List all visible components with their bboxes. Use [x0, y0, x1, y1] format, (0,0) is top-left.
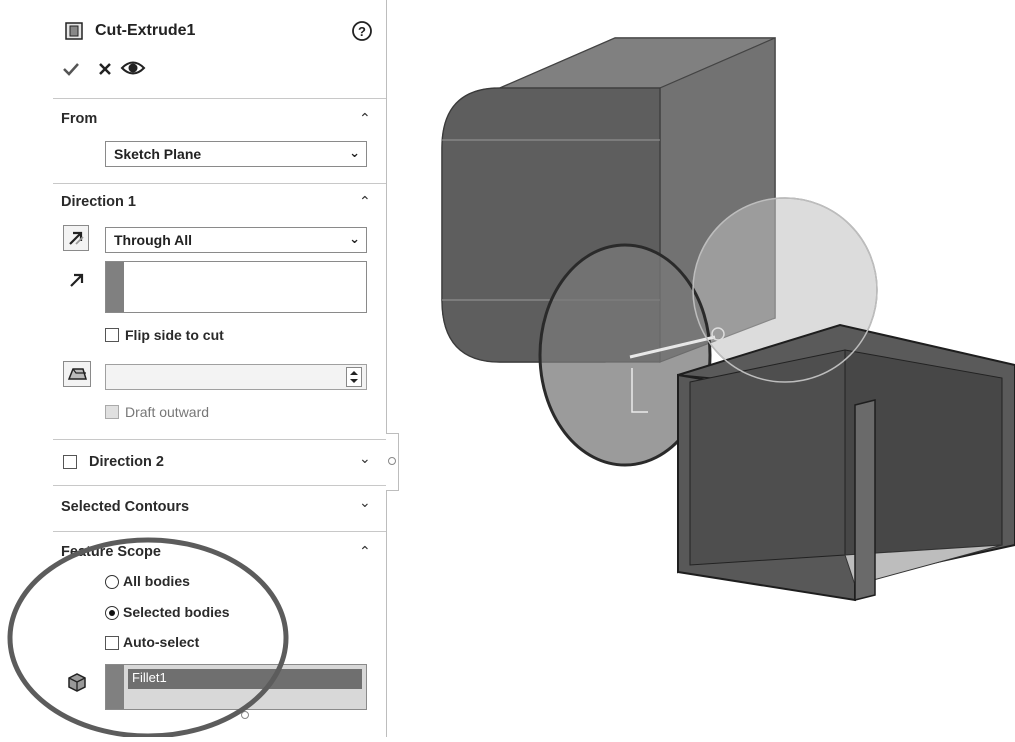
ok-check-icon[interactable]: [61, 60, 81, 78]
panel-flyout-tab[interactable]: [386, 433, 399, 491]
end-condition-select[interactable]: Through All ⌄: [105, 227, 367, 253]
draft-outward-label: Draft outward: [125, 404, 210, 420]
divider: [53, 439, 386, 440]
spin-stepper-icon[interactable]: [346, 367, 362, 387]
model-view: [441, 37, 1015, 602]
direction2-section-title: Direction 2: [89, 454, 164, 470]
channel-body: [677, 323, 1015, 602]
graphics-viewport[interactable]: [420, 0, 1015, 737]
end-condition-value: Through All: [114, 232, 193, 248]
selection-color-bar: [106, 262, 124, 312]
flyout-pin-icon: [388, 457, 396, 465]
divider: [53, 183, 386, 184]
draft-outward-checkbox[interactable]: [105, 405, 119, 419]
preview-eye-icon[interactable]: [120, 58, 146, 78]
from-selected-value: Sketch Plane: [114, 146, 202, 162]
draft-angle-input[interactable]: [105, 364, 367, 390]
draft-icon: [67, 368, 88, 380]
chevron-down-icon[interactable]: ⌄: [359, 450, 371, 467]
flip-side-to-cut-checkbox[interactable]: [105, 328, 119, 342]
svg-text:?: ?: [358, 24, 366, 39]
highlight-ellipse: [0, 520, 300, 739]
draft-toggle-button[interactable]: [63, 361, 91, 387]
direction1-section-title: Direction 1: [61, 194, 136, 210]
from-start-condition-select[interactable]: Sketch Plane ⌄: [105, 141, 367, 167]
divider: [53, 98, 386, 99]
cut-extrude-feature-icon: [63, 20, 85, 42]
selected-contours-section-title: Selected Contours: [61, 499, 190, 515]
chevron-up-icon[interactable]: ⌃: [359, 543, 371, 560]
from-section-title: From: [61, 111, 98, 127]
chevron-up-icon[interactable]: ⌃: [359, 193, 371, 210]
reverse-direction-button[interactable]: [63, 225, 89, 251]
reverse-direction-icon: [69, 231, 84, 245]
chevron-down-icon: ⌄: [349, 145, 360, 160]
direction-arrow-icon: [67, 270, 87, 290]
direction2-checkbox[interactable]: [63, 455, 77, 469]
chevron-up-icon[interactable]: ⌃: [359, 110, 371, 127]
flip-side-to-cut-label: Flip side to cut: [125, 327, 224, 343]
help-icon[interactable]: ?: [351, 20, 373, 42]
feature-title: Cut-Extrude1: [95, 22, 196, 39]
direction-vector-selection-box[interactable]: [105, 261, 367, 313]
chevron-down-icon: ⌄: [349, 231, 360, 246]
cancel-close-icon[interactable]: [97, 61, 113, 77]
divider: [53, 485, 386, 486]
chevron-down-icon[interactable]: ⌄: [359, 494, 371, 511]
